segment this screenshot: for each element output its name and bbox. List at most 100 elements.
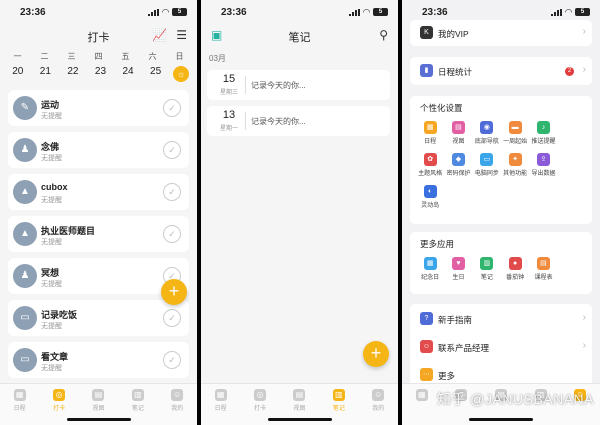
check-icon[interactable]: ✓	[163, 99, 181, 117]
watermark: 知乎 @JANUSBANANA	[436, 391, 594, 407]
checkin-screen: 23:36 ◠ 5 打卡 📈 ☰ 一 二 三 四 五 六 日 20 21 22 …	[0, 0, 197, 425]
check-icon[interactable]: ✓	[163, 309, 181, 327]
list-item[interactable]: ▲ cubox 无提醒 ✓	[8, 174, 189, 210]
check-icon[interactable]: ✓	[163, 351, 181, 369]
target-icon: ◎	[53, 389, 66, 401]
note-icon: ▥	[480, 257, 494, 270]
calendar-icon: ▦	[415, 389, 428, 401]
setting-dynamic-island[interactable]: ◐ 灵动岛	[416, 185, 444, 209]
target-icon: ◎	[254, 389, 267, 401]
tab-me[interactable]: ☺ 我的	[162, 389, 192, 425]
user-icon: ☺	[420, 340, 433, 353]
compass-icon: ◉	[480, 121, 494, 134]
setting-week-start[interactable]: ▬ 一周起始	[501, 121, 529, 145]
setting-theme[interactable]: ✿ 主题风格	[416, 153, 444, 177]
card-icon: ▭	[13, 306, 37, 330]
date-cell[interactable]: 22	[63, 66, 83, 82]
weekday-row: 一 二 三 四 五 六 日	[13, 52, 184, 61]
add-button[interactable]: +	[161, 279, 187, 305]
date-cell[interactable]: 25	[146, 66, 166, 82]
app-timetable[interactable]: ▤ 课程表	[529, 257, 557, 281]
search-icon[interactable]: ⚲	[379, 28, 388, 42]
check-icon[interactable]: ✓	[163, 225, 181, 243]
stats-chart-icon[interactable]: 📈	[152, 28, 167, 42]
contact-row[interactable]: ☺ 联系产品经理 ›	[410, 334, 592, 360]
list-item[interactable]: ▭ 记录吃饭 无提醒 ✓	[8, 300, 189, 336]
check-icon[interactable]: ✓	[163, 183, 181, 201]
signal-icon	[551, 8, 563, 16]
status-bar: 23:36 ◠ 5	[0, 0, 197, 22]
personalization-section: 个性化设置 ▦ 日程 ▤ 视图 ◉ 底部导航 ▬ 一周起始 ♪ 推送提醒 ✿ 主题风格 ◆ 密…	[410, 96, 592, 224]
date-cell[interactable]: 21	[35, 66, 55, 82]
date-cell[interactable]: 20	[8, 66, 28, 82]
list-item[interactable]: ▭ 看文章 无提醒 ✓	[8, 342, 189, 378]
graduation-cap-icon: ▲	[13, 222, 37, 246]
week-icon: ▬	[508, 121, 522, 134]
calendar-icon: ▦	[423, 121, 437, 134]
chevron-right-icon: ›	[582, 26, 586, 37]
timetable-icon: ▤	[536, 257, 550, 270]
app-notes[interactable]: ▥ 笔记	[473, 257, 501, 281]
tab-schedule[interactable]: ▦ 日程	[206, 389, 236, 425]
stats-row[interactable]: ▮ 日程统计 2 ›	[410, 57, 592, 85]
setting-other[interactable]: ✦ 其他功能	[501, 153, 529, 177]
add-button[interactable]: +	[363, 341, 389, 367]
date-cell[interactable]: 24	[118, 66, 138, 82]
wifi-icon: ◠	[363, 6, 370, 17]
grid-icon: ▤	[92, 389, 105, 401]
help-section: ? 新手指南 › ☺ 联系产品经理 › ⋯ 更多	[410, 304, 592, 388]
face-icon: ☺	[372, 389, 385, 401]
setting-pc-sync[interactable]: ▭ 电脑同步	[473, 153, 501, 177]
setting-push[interactable]: ♪ 推送提醒	[529, 121, 557, 145]
list-item[interactable]: ▲ 执业医师题目 无提醒 ✓	[8, 216, 189, 252]
bell-icon: ♪	[536, 121, 550, 134]
list-item[interactable]: 13 星期一 记录今天的你...	[207, 106, 390, 136]
list-menu-icon[interactable]: ☰	[176, 28, 187, 42]
guide-row[interactable]: ? 新手指南 ›	[410, 306, 592, 332]
section-title: 更多应用	[420, 239, 455, 249]
battery-icon: 5	[575, 8, 590, 16]
app-pomodoro[interactable]: ● 番茄钟	[501, 257, 529, 281]
home-indicator	[469, 418, 533, 421]
signal-icon	[349, 8, 361, 16]
island-icon: ◐	[423, 185, 437, 198]
list-item[interactable]: ♟ 念佛 无提醒 ✓	[8, 132, 189, 168]
date-row: 20 21 22 23 24 25 ☼	[4, 66, 193, 82]
section-title: 个性化设置	[420, 103, 463, 113]
today-icon[interactable]: ☼	[173, 66, 190, 82]
page-title: 打卡	[87, 32, 110, 44]
grid-icon: ▤	[293, 389, 306, 401]
tab-schedule[interactable]: ▦	[407, 389, 437, 425]
app-birthday[interactable]: ♥ 生日	[444, 257, 472, 281]
check-icon[interactable]: ✓	[163, 141, 181, 159]
battery-icon: 5	[373, 8, 388, 16]
note-icon: ▥	[332, 389, 345, 401]
app-anniversary[interactable]: ▦ 纪念日	[416, 257, 444, 281]
list-item[interactable]: ✎ 运动 无提醒 ✓	[8, 90, 189, 126]
tab-me[interactable]: ☺ 我的	[363, 389, 393, 425]
habit-list: ✎ 运动 无提醒 ✓ ♟ 念佛 无提醒 ✓ ▲ cubox 无提醒 ✓ ▲ 执业医师题目 无提醒 ✓ ♟…	[8, 90, 189, 384]
header: ▣ 笔记 ⚲	[201, 26, 398, 46]
shield-icon: ◆	[451, 153, 465, 166]
vip-row[interactable]: K 我的VIP ›	[410, 20, 592, 46]
wifi-icon: ◠	[565, 6, 572, 17]
monitor-icon: ▭	[480, 153, 494, 166]
setting-schedule[interactable]: ▦ 日程	[416, 121, 444, 145]
note-icon: ▥	[131, 389, 144, 401]
setting-bottom-nav[interactable]: ◉ 底部导航	[473, 121, 501, 145]
setting-password[interactable]: ◆ 密码保护	[444, 153, 472, 177]
calendar-icon: ▦	[214, 389, 227, 401]
list-item[interactable]: 15 星期三 记录今天的你...	[207, 70, 390, 100]
status-bar: 23:36 ◠ 5	[201, 0, 398, 22]
home-indicator	[66, 418, 131, 421]
status-bar: 23:36 ◠ 5	[402, 0, 600, 22]
setting-view[interactable]: ▤ 视图	[444, 121, 472, 145]
date-cell[interactable]: 23	[90, 66, 110, 82]
help-icon: ?	[420, 312, 433, 325]
month-label: 03月	[209, 54, 226, 63]
setting-export[interactable]: ⇪ 导出数据	[529, 153, 557, 177]
chevron-right-icon: ›	[582, 64, 586, 75]
grid-icon: ▤	[451, 121, 465, 134]
battery-icon: 5	[172, 8, 187, 16]
tab-schedule[interactable]: ▦ 日程	[5, 389, 35, 425]
